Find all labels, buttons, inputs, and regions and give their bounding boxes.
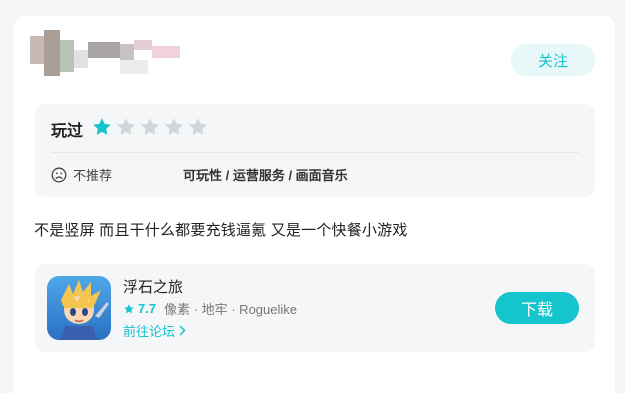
star-empty-icon [117, 118, 135, 135]
rating-panel: 玩过 不推荐 可玩性 / 运营服务 / 画面音乐 [35, 104, 595, 197]
game-tags: 像素 · 地牢 · Roguelike [164, 302, 297, 317]
not-recommend: 不推荐 [51, 165, 112, 184]
game-meta: 7.7 像素 · 地牢 · Roguelike [123, 299, 297, 318]
forum-link-label: 前往论坛 [123, 324, 176, 339]
game-card[interactable]: 浮石之旅 7.7 像素 · 地牢 · Roguelike 前往论坛 下载 [35, 264, 595, 352]
star-empty-icon [189, 118, 207, 135]
chevron-right-icon [179, 325, 186, 336]
forum-link[interactable]: 前往论坛 [123, 321, 186, 340]
played-label: 玩过 [51, 123, 84, 140]
follow-button[interactable]: 关注 [511, 44, 595, 76]
recommend-label: 不推荐 [73, 168, 113, 183]
review-card: 关注 玩过 不推荐 可玩性 / 运营服务 / 画面音乐 不是竖屏 而且干什么都要… [14, 16, 615, 393]
divider [51, 152, 579, 153]
game-icon[interactable] [47, 276, 111, 340]
star-empty-icon [141, 118, 159, 135]
game-name[interactable]: 浮石之旅 [123, 276, 183, 297]
sad-face-icon [51, 167, 67, 182]
rating-tags: 可玩性 / 运营服务 / 画面音乐 [183, 168, 348, 183]
star-icon [124, 303, 134, 313]
star-empty-icon [165, 118, 183, 135]
download-button[interactable]: 下载 [495, 292, 579, 324]
review-text: 不是竖屏 而且干什么都要充钱逼氪 又是一个快餐小游戏 [34, 222, 408, 239]
star-rating [91, 116, 209, 138]
avatar-blurred[interactable] [30, 30, 180, 78]
game-score: 7.7 [138, 301, 157, 316]
star-filled-icon [93, 118, 111, 135]
